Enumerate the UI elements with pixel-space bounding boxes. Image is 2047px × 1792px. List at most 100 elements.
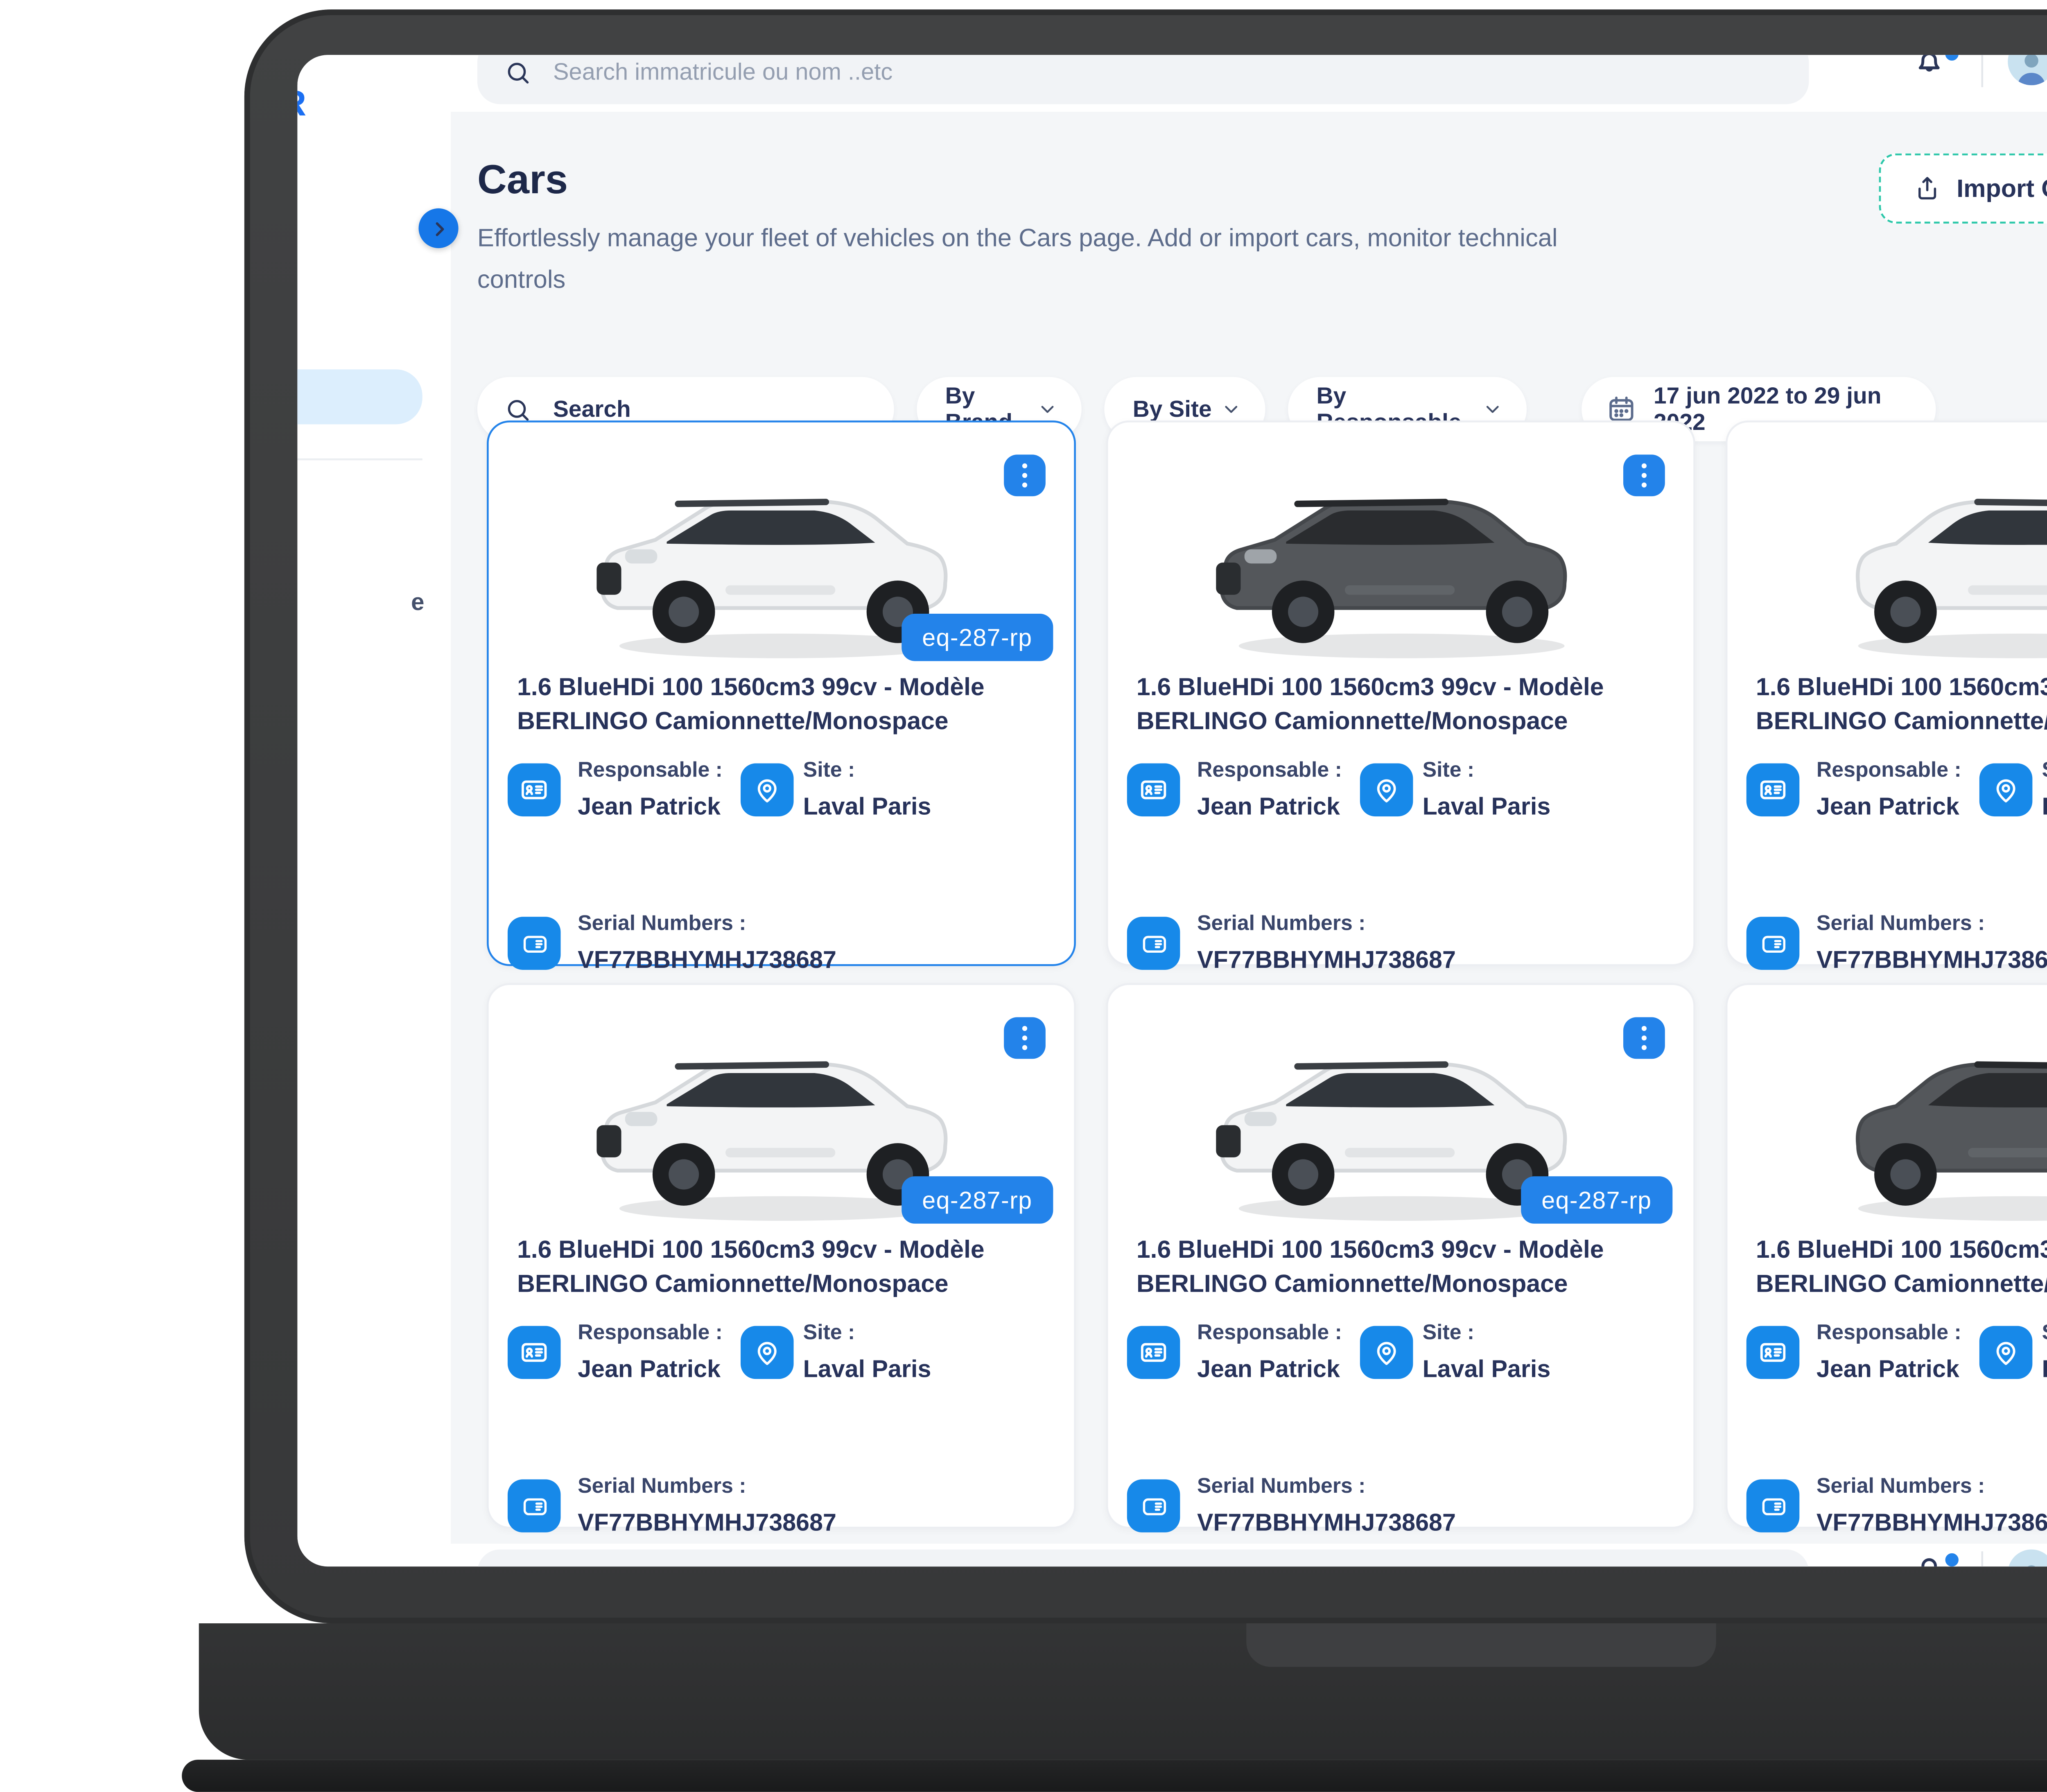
filter-search-input[interactable]: [549, 394, 841, 424]
info-label: Serial Numbers :: [1817, 913, 1985, 936]
info-label: Serial Numbers :: [578, 1476, 746, 1498]
info-label: Responsable :: [1817, 1322, 1961, 1345]
info-value: Laval Paris: [1423, 1354, 1551, 1383]
info-value: Laval Paris: [803, 792, 931, 820]
sim-card-icon: [1747, 917, 1800, 970]
share-icon: [1913, 174, 1941, 203]
left-sidebar-fragment: R e: [297, 55, 451, 1566]
global-search-input-wrap: [477, 55, 1809, 104]
sim-card-icon: [1747, 1479, 1800, 1532]
import-cars-button[interactable]: Import Cars: [1879, 154, 2047, 224]
info-value: VF77BBHYMHJ738687: [1197, 1508, 1456, 1536]
logo-fragment: R: [297, 85, 306, 127]
info-label: Responsable :: [1197, 1322, 1342, 1345]
page-description: Effortlessly manage your fleet of vehicl…: [477, 218, 1614, 299]
car-title: 1.6 BlueHDi 100 1560cm3 99cv - Modèle BE…: [1136, 671, 1674, 738]
car-card[interactable]: eq-287-rp 1.6 BlueHDi 100 1560cm3 99cv - …: [1106, 983, 1695, 1528]
info-label: Site :: [1423, 1322, 1475, 1345]
filter-dropdown-label: By Site: [1133, 396, 1212, 423]
cars-grid: eq-287-rp 1.6 BlueHDi 100 1560cm3 99cv - …: [487, 420, 2047, 1529]
divider: [1981, 1551, 1983, 1566]
info-value: Laval Paris: [2042, 792, 2047, 820]
sim-card-icon: [1127, 1479, 1180, 1532]
chevron-down-icon: [1036, 398, 1059, 421]
info-value: Jean Patrick: [1817, 792, 1959, 820]
bell-icon[interactable]: [1911, 55, 1947, 79]
divider: [1981, 55, 1983, 87]
search-icon: [504, 58, 532, 86]
sim-card-icon: [1127, 917, 1180, 970]
global-search-input-wrap-bottom: [477, 1550, 1809, 1567]
car-title: 1.6 BlueHDi 100 1560cm3 99cv - Modèle BE…: [517, 671, 1055, 738]
info-label: Site :: [803, 1322, 855, 1345]
info-label: Serial Numbers :: [578, 913, 746, 936]
avatar[interactable]: [2008, 55, 2047, 85]
left-active-item-fragment[interactable]: [297, 369, 422, 424]
id-card-icon: [1127, 1326, 1180, 1379]
pin-icon: [1360, 1326, 1413, 1379]
info-label: Serial Numbers :: [1197, 1476, 1365, 1498]
divider: [297, 459, 422, 461]
chevron-right-icon: [427, 217, 450, 240]
global-search-input[interactable]: [549, 57, 1618, 87]
pin-icon: [741, 764, 794, 817]
info-value: Jean Patrick: [578, 1354, 721, 1383]
sidebar-toggle-button[interactable]: [418, 208, 458, 248]
info-value: Laval Paris: [2042, 1354, 2047, 1383]
info-label: Responsable :: [1817, 759, 1961, 782]
info-value: Laval Paris: [1423, 792, 1551, 820]
car-title: 1.6 BlueHDi 100 1560cm3 99cv - Modèle BE…: [1136, 1233, 1674, 1301]
car-card[interactable]: eq-287-rp 1.6 BlueHDi 100 1560cm3 99cv - …: [487, 983, 1076, 1528]
page-title: Cars: [477, 157, 568, 205]
left-item-label-fragment: e: [411, 589, 424, 616]
laptop-base: [199, 1623, 2047, 1760]
info-value: VF77BBHYMHJ738687: [578, 945, 836, 974]
notification-dot: [1943, 1551, 1961, 1566]
info-value: Jean Patrick: [578, 792, 721, 820]
car-card[interactable]: eq-287-rp1.6 BlueHDi 100 1560cm3 99cv - …: [1726, 420, 2047, 966]
pin-icon: [1360, 764, 1413, 817]
car-image: [1784, 445, 2047, 672]
id-card-icon: [1747, 764, 1800, 817]
license-plate-badge: eq-287-rp: [1521, 1176, 1672, 1224]
license-plate-badge: eq-287-rp: [901, 1176, 1053, 1224]
info-value: Jean Patrick: [1197, 1354, 1340, 1383]
info-value: Jean Patrick: [1817, 1354, 1959, 1383]
id-card-icon: [1127, 764, 1180, 817]
info-value: VF77BBHYMHJ738687: [1197, 945, 1456, 974]
sim-card-icon: [508, 917, 561, 970]
app-screen: R e Chioukh h'mimi Cars Effortlessly man…: [297, 55, 2047, 1566]
car-title: 1.6 BlueHDi 100 1560cm3 99cv - Modèle BE…: [1756, 1233, 2047, 1301]
car-card[interactable]: 1.6 BlueHDi 100 1560cm3 99cv - Modèle BE…: [1106, 420, 1695, 966]
stage: R e Chioukh h'mimi Cars Effortlessly man…: [0, 0, 2047, 1767]
pin-icon: [1979, 1326, 2033, 1379]
car-image: [1165, 445, 1638, 672]
calendar-icon: [1606, 394, 1636, 424]
car-title: 1.6 BlueHDi 100 1560cm3 99cv - Modèle BE…: [517, 1233, 1055, 1301]
laptop-notch: [1246, 1623, 1716, 1667]
pin-icon: [741, 1326, 794, 1379]
info-value: Jean Patrick: [1197, 792, 1340, 820]
car-card[interactable]: eq-287-rp1.6 BlueHDi 100 1560cm3 99cv - …: [487, 420, 1076, 966]
info-label: Site :: [1423, 759, 1475, 782]
info-label: Site :: [803, 759, 855, 782]
info-value: VF77BBHYMHJ738687: [578, 1508, 836, 1536]
bell-icon[interactable]: [1911, 1550, 1947, 1567]
info-label: Responsable :: [1197, 759, 1342, 782]
info-label: Responsable :: [578, 1322, 723, 1345]
search-icon: [504, 395, 532, 423]
laptop-foot: [182, 1760, 2047, 1792]
info-label: Serial Numbers :: [1817, 1476, 1985, 1498]
info-value: VF77BBHYMHJ738687: [1817, 1508, 2047, 1536]
chevron-down-icon: [1481, 398, 1504, 421]
info-label: Serial Numbers :: [1197, 913, 1365, 936]
cars-page: Cars Effortlessly manage your fleet of v…: [451, 112, 2047, 1544]
info-label: Site :: [2042, 1322, 2047, 1345]
id-card-icon: [508, 764, 561, 817]
id-card-icon: [508, 1326, 561, 1379]
car-card[interactable]: 1.6 BlueHDi 100 1560cm3 99cv - Modèle BE…: [1726, 983, 2047, 1528]
car-image: [1784, 1008, 2047, 1235]
chevron-down-icon: [1220, 398, 1243, 421]
pin-icon: [1979, 764, 2033, 817]
car-title: 1.6 BlueHDi 100 1560cm3 99cv - Modèle BE…: [1756, 671, 2047, 738]
